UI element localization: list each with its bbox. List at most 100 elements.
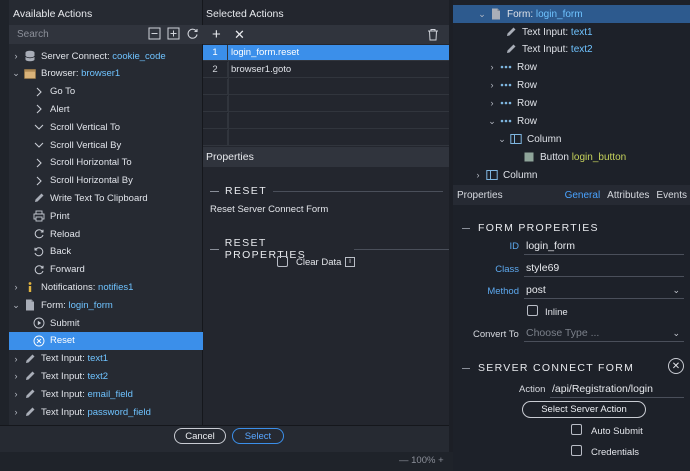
tab-attributes[interactable]: Attributes [607, 190, 649, 201]
remove-icon[interactable]: ✕ [234, 25, 245, 44]
action-item[interactable]: ⌄ Browser: browser1 [9, 65, 203, 83]
action-label: Text Input: [41, 388, 85, 400]
auto-submit-checkbox[interactable] [571, 424, 582, 435]
tab-general[interactable]: General [565, 190, 601, 201]
action-item[interactable]: Scroll Horizontal By [9, 172, 203, 190]
chevron-down-icon[interactable]: ⌄ [477, 9, 487, 20]
chevron-right-icon[interactable]: › [487, 80, 497, 90]
action-field[interactable]: /api/Registration/login [550, 380, 684, 398]
credentials-checkbox[interactable] [571, 445, 582, 456]
pencil-icon [33, 192, 45, 204]
clear-data-checkbox[interactable] [277, 256, 288, 267]
empty-row [203, 78, 449, 95]
search-input[interactable]: Search [17, 29, 49, 40]
action-target: cookie_code [112, 50, 166, 62]
action-target: browser1 [81, 68, 121, 80]
close-icon[interactable]: ✕ [668, 358, 684, 374]
method-select[interactable]: post ⌄ [524, 281, 684, 299]
id-field[interactable]: login_form [524, 237, 684, 255]
action-item[interactable]: Reload [9, 225, 203, 243]
auto-submit-label: Auto Submit [591, 426, 643, 437]
action-item[interactable]: ⌄ Form: login_form [9, 296, 203, 314]
chevron-right-icon[interactable]: › [11, 282, 21, 292]
pencil-icon [24, 406, 36, 418]
chevron-right-icon [33, 86, 45, 98]
action-item[interactable]: Submit [9, 314, 203, 332]
editor-panel: ⌄ Form: login_form Text Input: text1 Text I… [453, 0, 690, 471]
action-item[interactable]: Scroll Vertical To [9, 118, 203, 136]
tree-item[interactable]: ⌄ Form: login_form [453, 5, 690, 23]
selected-actions-grid: 1 login_form.reset 2 browser1.goto [203, 44, 449, 146]
refresh-icon[interactable] [186, 27, 199, 40]
available-actions-pane: Available Actions Search › Server Connect… [9, 0, 203, 425]
tree-item[interactable]: Text Input: text1 [501, 23, 593, 41]
action-item[interactable]: Alert [9, 100, 203, 118]
action-item[interactable]: › Text Input: password_field [9, 403, 203, 421]
column-icon [510, 133, 522, 145]
action-target: notifies1 [98, 281, 134, 293]
selected-action-row[interactable]: 1 login_form.reset [203, 44, 449, 61]
action-target: email_field [87, 388, 133, 400]
chevron-right-icon[interactable]: › [11, 371, 21, 381]
inline-checkbox[interactable] [527, 305, 538, 316]
action-item[interactable]: Back [9, 243, 203, 261]
server-connect-form-heading: SERVER CONNECT FORM [462, 362, 634, 374]
action-item[interactable]: Scroll Vertical By [9, 136, 203, 154]
info-icon[interactable]: i [345, 257, 355, 267]
tree-item[interactable]: › Row [487, 58, 538, 76]
class-label: Class [495, 264, 519, 275]
tree-label: Text Input: [522, 43, 569, 55]
zoom-control[interactable]: — 100% + [399, 455, 444, 466]
action-item[interactable]: › Text Input: text1 [9, 350, 203, 368]
select-button[interactable]: Select [232, 428, 284, 444]
forward-icon [33, 264, 45, 276]
tree-label: Row [517, 79, 538, 91]
expand-all-icon[interactable] [167, 27, 180, 40]
trash-icon[interactable] [427, 28, 439, 41]
action-item[interactable]: › Text Input: email_field [9, 385, 203, 403]
chevron-right-icon[interactable]: › [11, 407, 21, 417]
chevron-right-icon[interactable]: › [473, 170, 483, 180]
chevron-down-icon[interactable]: ⌄ [11, 68, 21, 79]
tree-item[interactable]: Button login_button [519, 148, 626, 166]
chevron-right-icon[interactable]: › [487, 62, 497, 72]
tree-label: Column [503, 169, 538, 181]
chevron-right-icon[interactable]: › [487, 98, 497, 108]
cancel-button[interactable]: Cancel [174, 428, 226, 444]
action-item[interactable]: › Notifications: notifies1 [9, 278, 203, 296]
action-item[interactable]: Scroll Horizontal To [9, 154, 203, 172]
chevron-right-icon[interactable]: › [11, 354, 21, 364]
reset-description: Reset Server Connect Form [210, 204, 329, 215]
empty-row [203, 95, 449, 112]
tree-label: Form: [507, 8, 534, 20]
selected-action-row[interactable]: 2 browser1.goto [203, 61, 449, 78]
select-server-action-button[interactable]: Select Server Action [522, 401, 646, 418]
tree-item[interactable]: › Row [487, 76, 538, 94]
chevron-right-icon[interactable]: › [11, 389, 21, 399]
tree-item[interactable]: › Row [487, 94, 538, 112]
action-item[interactable]: Forward [9, 261, 203, 279]
tab-events[interactable]: Events [656, 190, 687, 201]
add-icon[interactable]: + [212, 25, 221, 44]
tree-item[interactable]: Text Input: text2 [501, 40, 593, 58]
tree-item[interactable]: › Column [473, 166, 538, 184]
tree-item[interactable]: ⌄ Row [487, 112, 537, 130]
chevron-right-icon[interactable]: › [11, 51, 21, 61]
selected-actions-pane: Selected Actions + ✕ 1 login_form.reset 2 b… [203, 0, 449, 425]
action-item[interactable]: Write Text To Clipboard [9, 189, 203, 207]
tree-item[interactable]: ⌄ Column [497, 130, 561, 148]
column-icon [486, 169, 498, 181]
chevron-down-icon[interactable]: ⌄ [497, 134, 507, 145]
action-item[interactable]: Reset [9, 331, 203, 350]
chevron-down-icon[interactable]: ⌄ [487, 116, 497, 127]
action-item[interactable]: › Text Input: text2 [9, 367, 203, 385]
action-item[interactable]: › Server Connect: cookie_code [9, 47, 203, 65]
convert-to-select[interactable]: Choose Type ... ⌄ [524, 324, 684, 342]
chevron-down-icon[interactable]: ⌄ [11, 300, 21, 311]
action-item[interactable]: Print [9, 207, 203, 225]
action-label: Back [50, 246, 72, 258]
info-icon [24, 281, 36, 293]
class-field[interactable]: style69 [524, 259, 684, 277]
collapse-all-icon[interactable] [148, 27, 161, 40]
action-item[interactable]: Go To [9, 83, 203, 101]
